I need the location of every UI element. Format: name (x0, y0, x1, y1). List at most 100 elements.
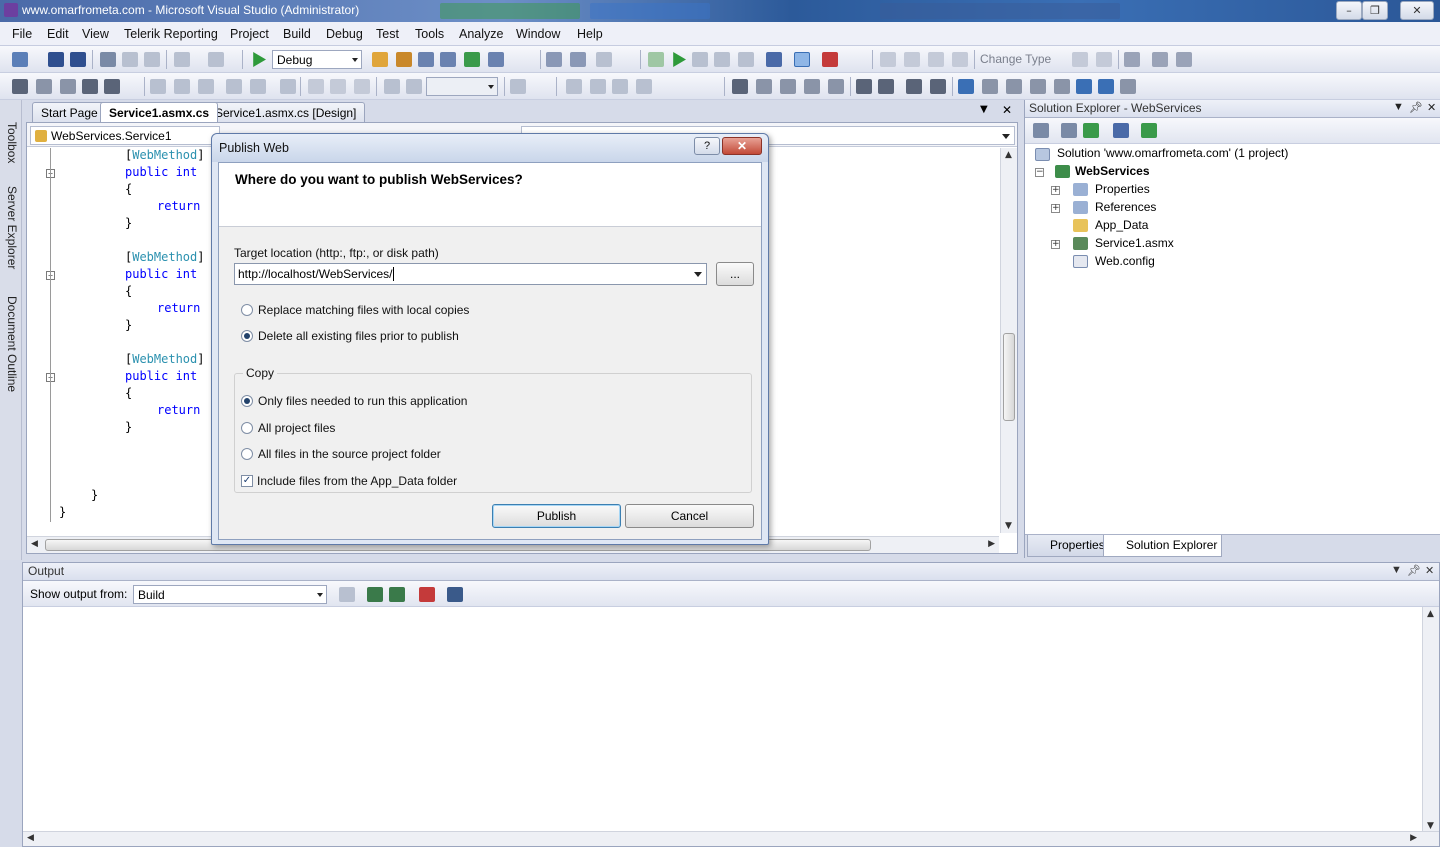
tree-item-app-data[interactable]: App_Data (1095, 218, 1148, 232)
expand-icon[interactable]: + (1051, 240, 1060, 249)
menu-help[interactable]: Help (577, 27, 603, 41)
menu-view[interactable]: View (82, 27, 109, 41)
scroll-right-icon[interactable]: ▶ (988, 539, 995, 549)
menu-debug[interactable]: Debug (326, 27, 363, 41)
layout-icon[interactable] (510, 79, 526, 94)
diagram-icon[interactable] (952, 52, 968, 67)
tree-item-web-config[interactable]: Web.config (1095, 254, 1155, 268)
increase-indent-icon[interactable] (878, 79, 894, 94)
field-icon[interactable] (60, 79, 76, 94)
output-vertical-scrollbar[interactable]: ▲ ▼ (1422, 607, 1439, 833)
menu-test[interactable]: Test (376, 27, 399, 41)
bookmark-next-icon[interactable] (804, 79, 820, 94)
expand-icon[interactable]: + (1051, 186, 1060, 195)
rectangle-icon[interactable] (958, 79, 974, 94)
editor-vertical-scrollbar[interactable]: ▲ ▼ (1000, 148, 1017, 533)
delete-icon[interactable] (596, 52, 612, 67)
redo-icon[interactable] (208, 52, 224, 67)
chevron-down-icon[interactable] (694, 272, 702, 277)
toolbox-tab[interactable]: Toolbox (3, 122, 19, 163)
target-location-input[interactable]: http://localhost/WebServices/ (234, 263, 707, 285)
bring-front-icon[interactable] (636, 79, 652, 94)
previous-message-icon[interactable] (367, 587, 383, 602)
menu-project[interactable]: Project (230, 27, 269, 41)
publish-button[interactable]: Publish (492, 504, 621, 528)
zoom-select[interactable] (426, 77, 498, 96)
copy-all-source-files-label[interactable]: All files in the source project folder (258, 447, 441, 461)
zoom-in-icon[interactable] (384, 79, 400, 94)
sort-descending-icon[interactable] (198, 79, 214, 94)
command-window-icon[interactable] (488, 52, 504, 67)
output-horizontal-scrollbar[interactable]: ◀ ▶ (23, 831, 1439, 846)
properties-icon[interactable] (1033, 123, 1049, 138)
window-position-icon[interactable]: ▼ (1391, 564, 1402, 576)
find-in-files-icon[interactable] (372, 52, 388, 67)
tab-service1-design[interactable]: Service1.asmx.cs [Design] (206, 102, 366, 122)
tab-start-page[interactable]: Start Page (32, 102, 107, 122)
start-debugging-icon[interactable] (253, 52, 266, 67)
copy-needed-files-label[interactable]: Only files needed to run this applicatio… (258, 394, 467, 408)
font-icon[interactable] (308, 79, 324, 94)
close-panel-icon[interactable]: ✕ (1427, 101, 1436, 114)
link-icon[interactable] (1030, 79, 1046, 94)
server-explorer-tab[interactable]: Server Explorer (3, 186, 19, 269)
scroll-left-icon[interactable]: ◀ (27, 833, 34, 843)
refresh-icon[interactable] (1083, 123, 1099, 138)
navigate-back-icon[interactable] (1076, 79, 1092, 94)
add-derived-table-icon[interactable] (1176, 52, 1192, 67)
pin-icon[interactable]: 📌︎ (1407, 564, 1421, 577)
copy-web-site-icon[interactable] (1113, 123, 1129, 138)
table-icon[interactable] (546, 52, 562, 67)
show-next-statement-icon[interactable] (766, 52, 782, 67)
close-window-button[interactable]: ✕ (1400, 1, 1434, 20)
add-table-icon[interactable] (1152, 52, 1168, 67)
image-icon[interactable] (104, 79, 120, 94)
clear-all-icon[interactable] (419, 587, 435, 602)
zoom-out-icon[interactable] (406, 79, 422, 94)
close-panel-icon[interactable]: ✕ (1425, 564, 1434, 577)
copy-all-project-files-radio[interactable] (241, 422, 253, 434)
object-browser-icon[interactable] (440, 52, 456, 67)
tree-item-references[interactable]: References (1095, 200, 1156, 214)
sort-ascending-icon[interactable] (174, 79, 190, 94)
asp-net-configuration-icon[interactable] (1141, 123, 1157, 138)
align-left-icon[interactable] (566, 79, 582, 94)
window-position-icon[interactable]: ▼ (1393, 101, 1404, 113)
tab-properties[interactable]: Properties (1027, 535, 1110, 557)
solution-configuration-select[interactable]: Debug (272, 50, 362, 69)
close-document-icon[interactable]: ✕ (1002, 103, 1012, 117)
comment-icon[interactable] (732, 79, 748, 94)
menu-build[interactable]: Build (283, 27, 311, 41)
scroll-up-icon[interactable]: ▲ (1427, 609, 1434, 619)
prev-task-icon[interactable] (1054, 79, 1070, 94)
tree-project-node[interactable]: WebServices (1075, 164, 1150, 178)
note-icon[interactable] (1006, 79, 1022, 94)
decrease-indent-icon[interactable] (856, 79, 872, 94)
toolbox-icon[interactable] (464, 52, 480, 67)
columns-icon[interactable] (904, 52, 920, 67)
font-size-icon[interactable] (330, 79, 346, 94)
next-message-icon[interactable] (389, 587, 405, 602)
bookmark-prev-icon[interactable] (780, 79, 796, 94)
break-all-icon[interactable] (692, 52, 708, 67)
class-select[interactable]: WebServices.Service1 (30, 126, 220, 145)
collapse-icon[interactable]: − (1035, 168, 1044, 177)
align-icon[interactable] (880, 52, 896, 67)
delete-existing-label[interactable]: Delete all existing files prior to publi… (258, 329, 459, 343)
save-icon[interactable] (48, 52, 64, 67)
menu-edit[interactable]: Edit (47, 27, 69, 41)
cancel-button[interactable]: Cancel (625, 504, 754, 528)
scroll-down-icon[interactable]: ▼ (1427, 821, 1434, 831)
cut-icon[interactable] (100, 52, 116, 67)
align-center-icon[interactable] (590, 79, 606, 94)
minimize-button[interactable]: – (1336, 1, 1362, 20)
browse-button[interactable]: ... (716, 262, 754, 286)
uncomment-lines-icon[interactable] (930, 79, 946, 94)
breakpoints-icon[interactable] (822, 52, 838, 67)
scroll-down-icon[interactable]: ▼ (1005, 521, 1012, 531)
breakpoint-toggle-icon[interactable] (794, 52, 810, 67)
tree-solution-node[interactable]: Solution 'www.omarfrometa.com' (1 projec… (1057, 146, 1288, 160)
align-right-icon[interactable] (612, 79, 628, 94)
scroll-left-icon[interactable]: ◀ (31, 539, 38, 549)
menu-analyze[interactable]: Analyze (459, 27, 503, 41)
